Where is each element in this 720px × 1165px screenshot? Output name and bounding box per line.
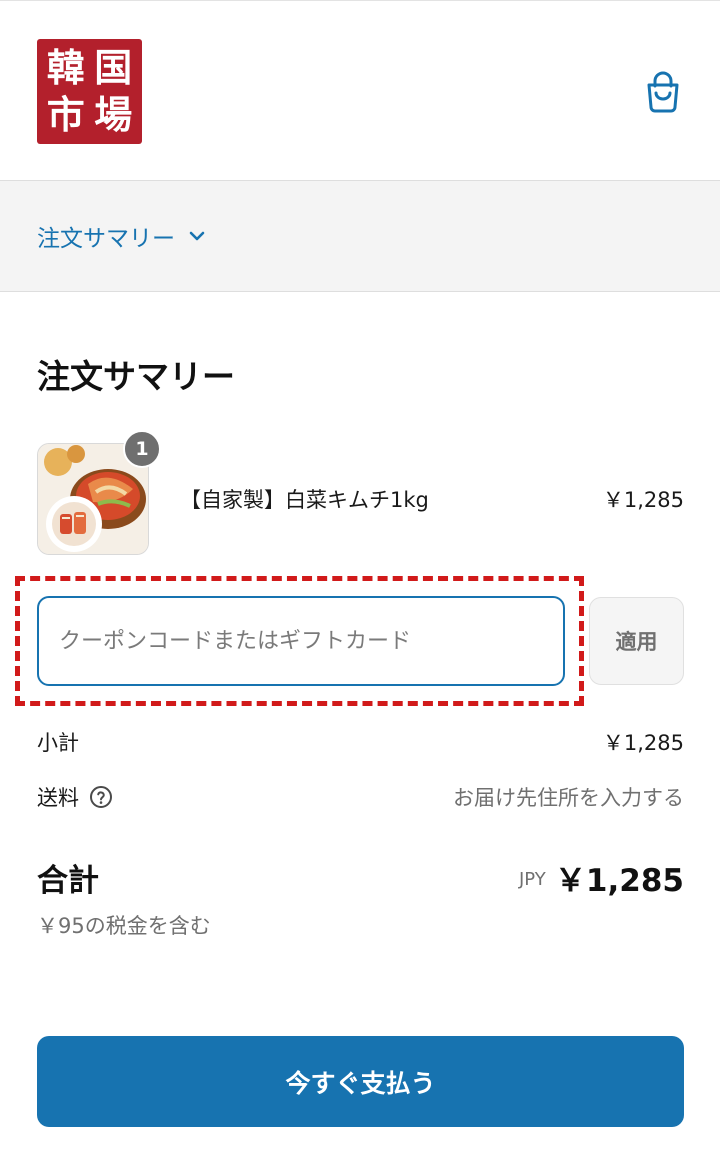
- order-summary-toggle-label: 注文サマリー: [37, 226, 175, 252]
- shipping-label: 送料: [37, 786, 79, 810]
- help-circle-icon[interactable]: [89, 785, 113, 809]
- store-logo[interactable]: 韓 国 市 場: [37, 39, 142, 144]
- subtotal-label: 小計: [37, 731, 79, 755]
- shipping-row: 送料 お届け先住所を入力する: [37, 782, 684, 812]
- chevron-down-icon: [189, 231, 205, 241]
- quantity-badge: 1: [123, 430, 161, 468]
- total-currency: JPY: [519, 869, 546, 890]
- logo-char-4: 場: [94, 91, 133, 137]
- logo-char-1: 韓: [46, 45, 85, 90]
- logo-char-3: 市: [46, 91, 85, 137]
- pay-now-button[interactable]: 今すぐ支払う: [37, 1036, 684, 1127]
- subtotal-row: 小計 ￥1,285: [37, 727, 684, 757]
- shipping-label-group: 送料: [37, 782, 113, 812]
- shipping-value: お届け先住所を入力する: [453, 786, 684, 810]
- subtotal-value: ￥1,285: [602, 731, 684, 755]
- apply-coupon-button[interactable]: 適用: [589, 597, 684, 685]
- product-price: ￥1,285: [602, 488, 684, 512]
- coupon-code-input[interactable]: [37, 596, 565, 686]
- order-summary-toggle[interactable]: 注文サマリー: [37, 219, 207, 253]
- logo-char-2: 国: [94, 45, 133, 90]
- tax-note: ￥95の税金を含む: [37, 914, 211, 938]
- total-label: 合計: [37, 863, 99, 899]
- order-summary-title: 注文サマリー: [37, 357, 235, 396]
- store-header: 韓 国 市 場: [0, 0, 720, 181]
- line-item: 1 【自家製】白菜キムチ1kg ￥1,285: [37, 430, 684, 555]
- shopping-bag-icon[interactable]: [644, 71, 682, 113]
- total-amount: ￥1,285: [554, 863, 684, 899]
- product-name: 【自家製】白菜キムチ1kg: [180, 488, 429, 512]
